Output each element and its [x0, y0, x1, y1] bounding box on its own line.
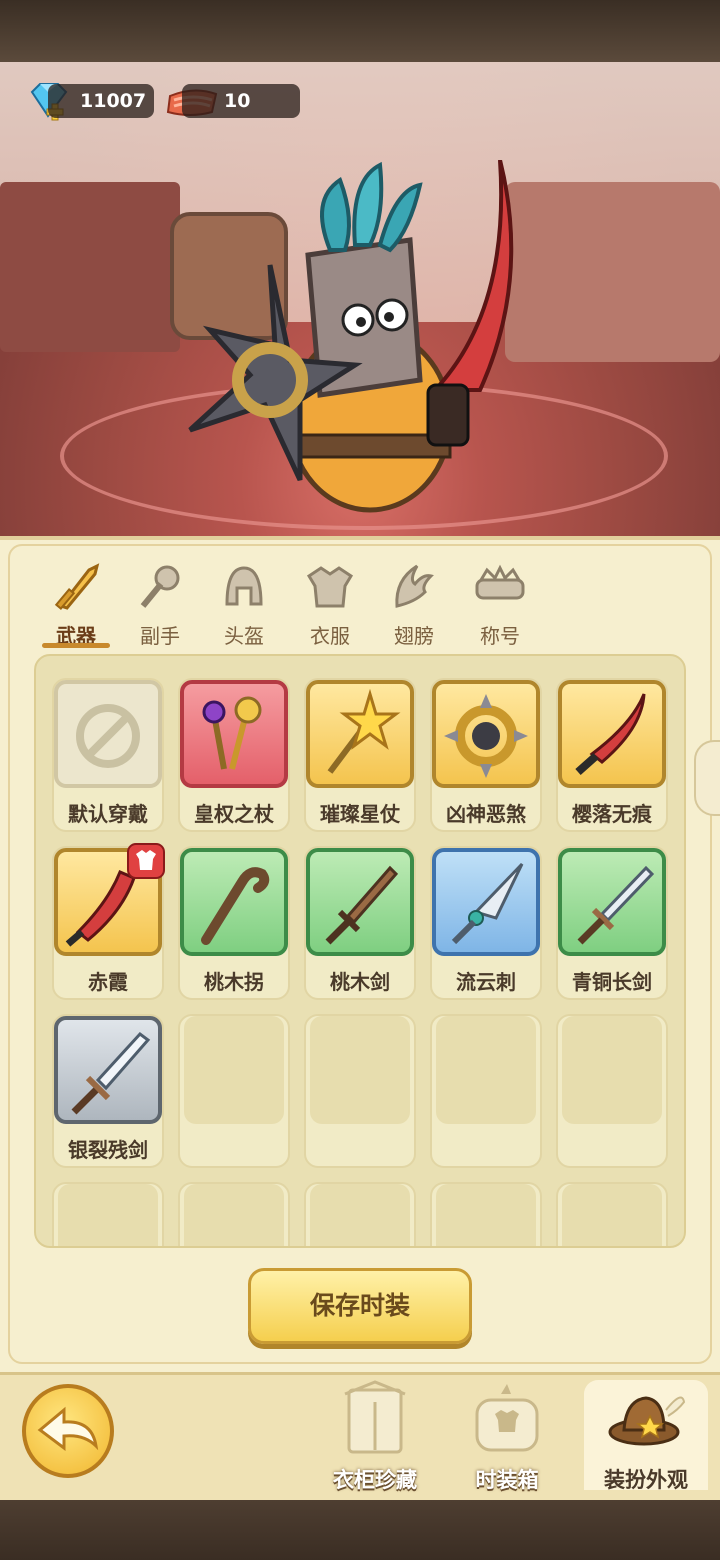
- side-expand-tab[interactable]: [694, 740, 720, 816]
- item-cell[interactable]: 银裂残剑: [52, 1014, 164, 1168]
- back-button[interactable]: [22, 1384, 114, 1478]
- item-name: 赤霞: [88, 970, 128, 994]
- tab-wings[interactable]: 翅膀: [378, 562, 450, 648]
- item-name: 桃木剑: [330, 970, 390, 994]
- empty-slot: [430, 1014, 542, 1168]
- title-icon: [475, 564, 525, 600]
- wooden-cane-icon: [201, 867, 270, 945]
- gem-counter: 11007: [48, 84, 154, 118]
- empty-slot-frame: [310, 1016, 410, 1124]
- item-cell[interactable]: 皇权之杖: [178, 678, 290, 832]
- back-arrow-icon: [37, 1406, 99, 1451]
- item-name: 青铜长剑: [572, 970, 652, 994]
- item-frame: [306, 848, 414, 956]
- empty-slot-frame: [562, 1184, 662, 1246]
- wings-icon: [395, 564, 434, 608]
- bottom-bar: [0, 1500, 720, 1560]
- empty-slot-frame: [436, 1184, 536, 1246]
- tab-weapon[interactable]: 武器: [40, 562, 112, 648]
- nav-wardrobe-collection[interactable]: 衣柜珍藏: [320, 1380, 430, 1492]
- character-avatar[interactable]: [180, 160, 540, 520]
- save-outfit-button[interactable]: 保存时装: [248, 1268, 472, 1344]
- armor-icon: [306, 566, 354, 608]
- nav-fashion-box[interactable]: 时装箱: [452, 1380, 562, 1492]
- tab-label: 翅膀: [394, 624, 434, 648]
- item-grid: 默认穿戴 皇权之杖 璀璨星仗 凶神恶煞 樱落无痕 赤霞 桃木拐 桃木剑 流云刺 …: [34, 654, 686, 1248]
- item-cell[interactable]: 桃木剑: [304, 846, 416, 1000]
- meat-counter: 10: [182, 84, 300, 118]
- sword-icon: [54, 563, 100, 610]
- item-cell[interactable]: 流云刺: [430, 846, 542, 1000]
- tab-label: 头盔: [224, 624, 264, 648]
- item-name: 银裂残剑: [68, 1138, 148, 1162]
- item-cell[interactable]: 樱落无痕: [556, 678, 668, 832]
- empty-slot: [304, 1014, 416, 1168]
- item-frame: [558, 848, 666, 956]
- item-frame: [558, 680, 666, 788]
- item-name: 樱落无痕: [572, 802, 652, 826]
- item-name: 默认穿戴: [68, 802, 148, 826]
- tab-label: 副手: [140, 624, 180, 648]
- tab-offhand[interactable]: 副手: [124, 562, 196, 648]
- item-cell[interactable]: 默认穿戴: [52, 678, 164, 832]
- spiked-ring-icon: [444, 694, 528, 778]
- dagger-icon: [451, 862, 524, 945]
- tab-helmet[interactable]: 头盔: [208, 562, 280, 648]
- empty-slot-frame: [184, 1184, 284, 1246]
- outfit-badge-icon: [127, 843, 165, 879]
- empty-slot-frame: [310, 1184, 410, 1246]
- item-frame: [180, 848, 288, 956]
- empty-slot-frame: [562, 1016, 662, 1124]
- default-none-icon: [76, 704, 140, 768]
- item-frame: [432, 848, 540, 956]
- item-cell[interactable]: 凶神恶煞: [430, 678, 542, 832]
- item-cell[interactable]: 青铜长剑: [556, 846, 668, 1000]
- nav-label: 时装箱: [475, 1468, 539, 1492]
- item-frame: [54, 680, 162, 788]
- item-frame: [180, 680, 288, 788]
- item-frame: [432, 680, 540, 788]
- hat-icon: [608, 1396, 686, 1446]
- tab-title[interactable]: 称号: [464, 562, 536, 648]
- red-katana-icon: [575, 693, 646, 775]
- item-cell[interactable]: 赤霞: [52, 843, 165, 1000]
- wardrobe-icon: [344, 1380, 406, 1454]
- tab-clothes[interactable]: 衣服: [294, 562, 366, 648]
- item-name: 璀璨星仗: [320, 802, 400, 826]
- nav-label: 装扮外观: [604, 1468, 688, 1492]
- item-name: 流云刺: [456, 970, 516, 994]
- tab-label: 称号: [480, 624, 520, 648]
- empty-slot: [178, 1182, 290, 1246]
- item-name: 皇权之杖: [194, 802, 274, 826]
- item-cell[interactable]: 璀璨星仗: [304, 678, 416, 832]
- empty-slot: [430, 1182, 542, 1246]
- nav-label: 衣柜珍藏: [333, 1468, 417, 1492]
- item-frame: [54, 1016, 162, 1124]
- active-tab-indicator: [42, 643, 110, 648]
- empty-slot-frame: [436, 1016, 536, 1124]
- nav-dress-up[interactable]: 装扮外观: [584, 1380, 708, 1492]
- empty-slot: [178, 1014, 290, 1168]
- star-staff-icon: [327, 688, 401, 774]
- item-cell[interactable]: 桃木拐: [178, 846, 290, 1000]
- scepter-icon: [202, 696, 262, 770]
- empty-slot: [556, 1014, 668, 1168]
- helmet-icon: [225, 566, 263, 606]
- silver-sword-icon: [71, 1031, 151, 1115]
- scene-shelf: [0, 182, 180, 352]
- offhand-icon: [140, 565, 180, 608]
- tab-label: 衣服: [310, 624, 350, 648]
- empty-slot: [556, 1182, 668, 1246]
- top-bar: [0, 0, 720, 62]
- fashion-box-icon: [475, 1384, 539, 1452]
- empty-slot: [52, 1182, 164, 1246]
- item-frame: [306, 680, 414, 788]
- empty-slot: [304, 1182, 416, 1246]
- item-name: 桃木拐: [204, 970, 264, 994]
- empty-slot-frame: [184, 1016, 284, 1124]
- item-name: 凶神恶煞: [446, 802, 526, 826]
- wooden-sword-icon: [325, 865, 399, 945]
- bronze-sword-icon: [577, 865, 655, 945]
- empty-slot-frame: [58, 1184, 158, 1246]
